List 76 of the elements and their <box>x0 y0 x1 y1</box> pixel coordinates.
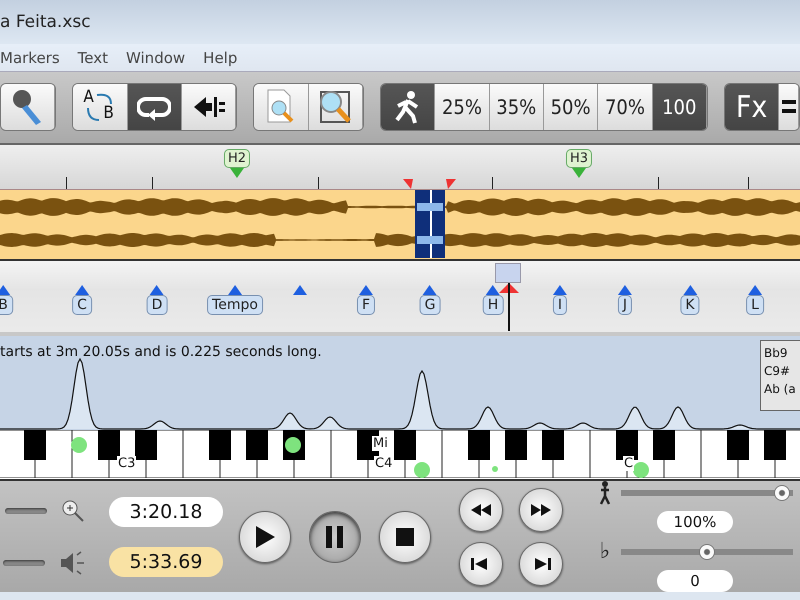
loop-start-flag-icon <box>403 179 413 190</box>
marker-label[interactable]: Tempo <box>207 295 263 316</box>
marker-triangle-icon[interactable] <box>293 285 307 296</box>
zoom-in-icon <box>61 498 85 523</box>
marker-label[interactable]: B <box>0 295 13 316</box>
tag-pointer-icon <box>230 168 244 178</box>
menu-item[interactable]: Window <box>126 48 186 67</box>
speed-reading: 100% <box>657 511 733 534</box>
loop-button[interactable] <box>128 84 182 130</box>
marker-label[interactable]: L <box>746 295 764 316</box>
speed-button[interactable]: 25% <box>435 84 490 130</box>
marker-triangle-icon[interactable] <box>228 285 242 296</box>
section-tag[interactable]: H2 <box>224 148 250 168</box>
stop-button[interactable] <box>379 510 431 563</box>
page-zoom-button[interactable] <box>254 84 309 130</box>
section-tag[interactable]: H3 <box>566 148 592 168</box>
forward-button[interactable] <box>519 488 563 532</box>
marker-label[interactable]: C <box>72 295 92 316</box>
position-time-field[interactable]: 3:20.18 <box>109 496 223 527</box>
marker-triangle-icon[interactable] <box>75 285 89 296</box>
status-text: tarts at 3m 20.05s and is 0.225 seconds long. <box>0 344 322 360</box>
lines-button[interactable] <box>779 84 799 130</box>
marker-triangle-icon[interactable] <box>423 285 437 296</box>
marker-triangle-icon[interactable] <box>683 285 697 296</box>
arrow-bar-button[interactable] <box>182 84 236 130</box>
marker-triangle-icon[interactable] <box>486 285 500 296</box>
loop-end-flag-icon <box>446 179 456 190</box>
loop-handle[interactable] <box>495 263 521 284</box>
marker-triangle-icon[interactable] <box>748 285 762 296</box>
marker-label[interactable]: I <box>552 295 568 316</box>
marker-triangle-icon[interactable] <box>0 285 10 296</box>
pause-icon <box>325 526 345 548</box>
pitch-reading: 0 <box>657 570 733 592</box>
marker-triangle-icon[interactable] <box>553 285 567 296</box>
speaker-icon <box>59 550 85 575</box>
key-label: C <box>623 456 634 471</box>
marker-label[interactable]: F <box>356 295 376 316</box>
play-button[interactable] <box>239 510 291 563</box>
marker-triangle-icon[interactable] <box>150 285 164 296</box>
rewind-button[interactable] <box>459 488 503 532</box>
marker-label[interactable]: J <box>618 295 632 316</box>
chord-name[interactable]: C9# <box>764 362 800 380</box>
marker-label[interactable]: K <box>680 295 700 316</box>
volume-slider-rail <box>3 560 45 566</box>
end-button[interactable] <box>519 542 563 586</box>
speed-button[interactable]: Fx <box>724 84 780 130</box>
key-label: Mi <box>372 436 389 451</box>
marker-label[interactable]: H <box>482 295 504 316</box>
tag-pointer-icon <box>572 168 586 178</box>
marker-triangle-icon[interactable] <box>359 285 373 296</box>
marker-label[interactable]: D <box>146 295 168 316</box>
speed-button[interactable]: 35% <box>490 84 544 130</box>
speed-slider-thumb[interactable] <box>774 485 790 502</box>
marker-triangle-icon[interactable] <box>618 285 632 296</box>
flat-symbol: ♭ <box>598 539 612 564</box>
marker-label[interactable]: G <box>420 295 440 316</box>
length-time-field[interactable]: 5:33.69 <box>109 546 223 577</box>
pitch-slider-thumb[interactable] <box>699 544 715 560</box>
play-icon <box>254 524 276 549</box>
runner-button[interactable] <box>380 84 436 130</box>
stop-icon <box>396 528 414 546</box>
speed-button[interactable]: 100 <box>652 84 707 130</box>
start-button[interactable] <box>459 542 503 586</box>
swap-button[interactable]: A B <box>73 84 128 130</box>
window-title: a Feita.xsc <box>0 12 91 32</box>
zoom-button[interactable] <box>308 84 363 130</box>
chord-name[interactable]: Ab (a <box>764 380 800 398</box>
speed-button[interactable]: 70% <box>598 84 653 130</box>
menu-item[interactable]: Help <box>203 48 238 67</box>
speed-button[interactable]: 50% <box>544 84 598 130</box>
zoom-slider-rail <box>5 508 47 514</box>
chord-name[interactable]: Bb9 <box>764 344 800 362</box>
walking-person-icon <box>597 481 613 506</box>
playhead-drawing <box>497 281 521 332</box>
menu-item[interactable]: Markers <box>0 48 60 67</box>
menu-item[interactable]: Text <box>78 48 108 67</box>
